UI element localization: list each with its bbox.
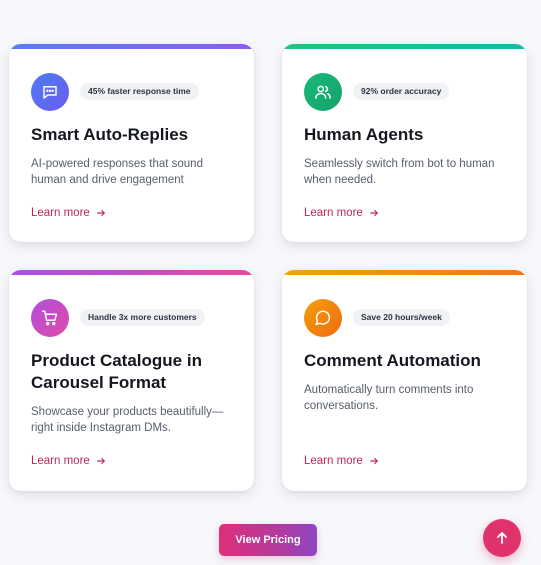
card-description: Showcase your products beautifully—right… [31, 406, 224, 434]
card-description: Seamlessly switch from bot to human when… [304, 158, 495, 186]
cart-icon [31, 299, 69, 337]
card-description: AI-powered responses that sound human an… [31, 158, 203, 186]
scroll-to-top-button[interactable] [483, 519, 521, 557]
card-accent-bar [9, 270, 254, 275]
learn-more-label: Learn more [304, 207, 363, 219]
arrow-right-icon [96, 209, 105, 217]
arrow-right-icon [369, 457, 378, 465]
feature-card-human-agents: 92% order accuracy Human Agents Seamless… [282, 44, 527, 242]
learn-more-label: Learn more [31, 207, 90, 219]
chat-dots-icon [31, 73, 69, 111]
learn-more-link[interactable]: Learn more [304, 455, 379, 467]
users-icon [304, 73, 342, 111]
card-title: Human Agents [304, 125, 424, 144]
stat-badge: Save 20 hours/week [353, 309, 450, 326]
learn-more-link[interactable]: Learn more [31, 455, 106, 467]
stat-badge: Handle 3x more customers [80, 309, 205, 326]
feature-card-product-catalogue: Handle 3x more customers Product Catalog… [9, 270, 254, 491]
arrow-right-icon [369, 209, 378, 217]
arrow-up-icon [497, 532, 507, 544]
card-title: Product Catalogue in Carousel Format [31, 351, 202, 392]
feature-card-smart-auto-replies: 45% faster response time Smart Auto-Repl… [9, 44, 254, 242]
learn-more-label: Learn more [304, 455, 363, 467]
learn-more-link[interactable]: Learn more [304, 207, 379, 219]
stat-badge: 45% faster response time [80, 83, 199, 100]
arrow-right-icon [96, 457, 105, 465]
learn-more-link[interactable]: Learn more [31, 207, 106, 219]
card-description: Automatically turn comments into convers… [304, 384, 474, 412]
card-accent-bar [9, 44, 254, 49]
stat-badge: 92% order accuracy [353, 83, 450, 100]
view-pricing-button[interactable]: View Pricing [219, 524, 317, 556]
card-title: Smart Auto-Replies [31, 125, 189, 144]
card-accent-bar [282, 44, 527, 49]
learn-more-label: Learn more [31, 455, 90, 467]
card-accent-bar [282, 270, 527, 275]
card-title: Comment Automation [304, 351, 481, 370]
comment-icon [304, 299, 342, 337]
feature-card-comment-automation: Save 20 hours/week Comment Automation Au… [282, 270, 527, 491]
